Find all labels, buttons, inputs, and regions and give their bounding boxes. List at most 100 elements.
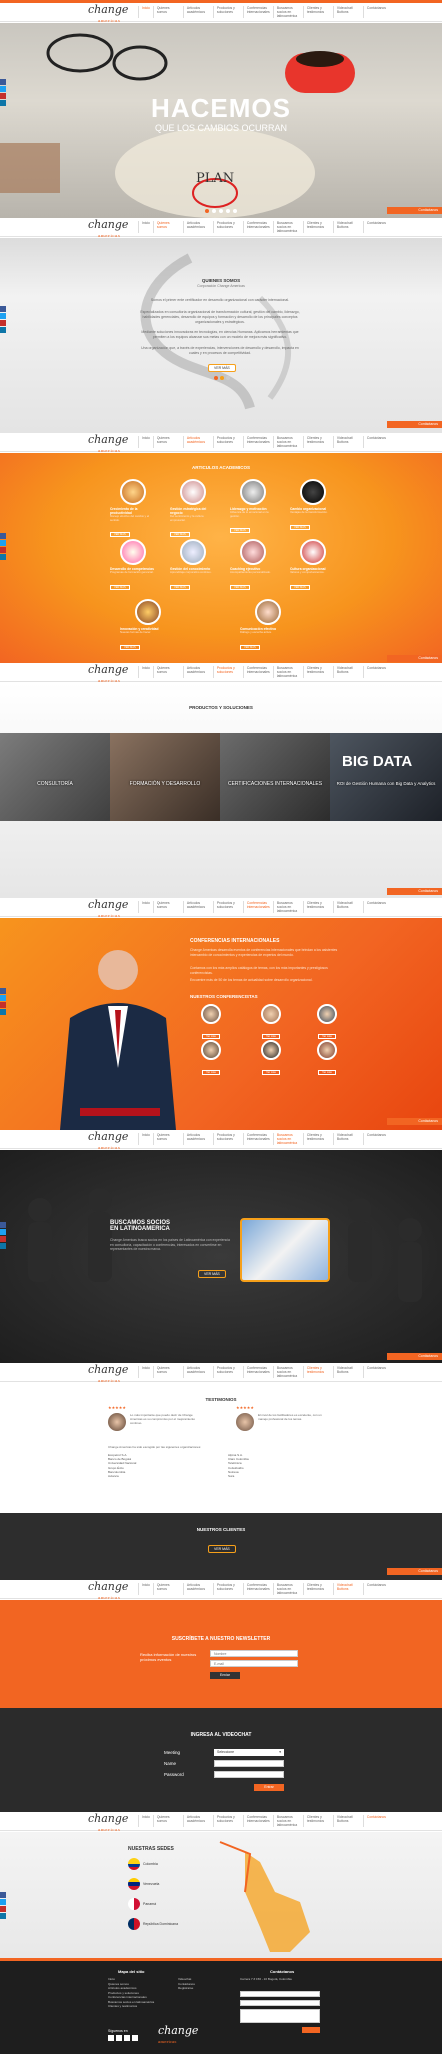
contact-submit-button[interactable] [302, 2027, 320, 2033]
nav-item-inicio[interactable]: Inicio [138, 1583, 153, 1595]
article-card[interactable]: Cultura organizacional Valores y comporta… [290, 539, 336, 593]
nav-item-quienes[interactable]: Quienes somos [152, 1583, 183, 1595]
nav-item-articulos[interactable]: Artículos académicos [182, 436, 213, 448]
chat-button[interactable]: Contáctanos [387, 888, 442, 895]
nav-item-productos[interactable]: Productos y soluciones [212, 1583, 243, 1595]
speaker-more-button[interactable]: Ver más [202, 1070, 220, 1075]
nav-item-conferencias[interactable]: Conferencias internacionales [242, 6, 273, 18]
nav-item-articulos[interactable]: Artículos académicos [182, 6, 213, 18]
article-more-button[interactable]: VER MÁS [290, 524, 310, 530]
article-card[interactable]: Gestión estratégica del negocio Del senti… [170, 479, 216, 540]
nav-item-quienes[interactable]: Quienes somos [152, 6, 183, 18]
facebook-icon[interactable] [0, 988, 6, 994]
nav-item-videochat[interactable]: Videochat/ Buttons [332, 1366, 363, 1378]
nav-item-videochat[interactable]: Videochat/ Buttons [332, 221, 363, 233]
linkedin-icon[interactable] [0, 327, 6, 333]
nav-item-quienes[interactable]: Quienes somos [152, 901, 183, 913]
nav-item-quienes[interactable]: Quienes somos [152, 221, 183, 233]
speaker-card[interactable]: Ver más [196, 1004, 226, 1042]
speaker-card[interactable]: Ver más [196, 1040, 226, 1078]
article-card[interactable]: Desarrollo de competencias Programas de f… [110, 539, 156, 593]
article-card[interactable]: Gestión del conocimiento Aprendizaje corp… [170, 539, 216, 593]
nav-item-clientes[interactable]: Clientes y testimonios [302, 1133, 333, 1145]
slider-dot[interactable] [233, 209, 237, 213]
newsletter-email-input[interactable] [210, 1660, 298, 1667]
nav-item-contacto[interactable]: Contáctanos [362, 1583, 389, 1595]
nav-item-videochat[interactable]: Videochat/ Buttons [332, 6, 363, 18]
nav-item-articulos[interactable]: Artículos académicos [182, 901, 213, 913]
youtube-icon[interactable] [0, 547, 6, 553]
slider-dot[interactable] [226, 209, 230, 213]
nav-item-inicio[interactable]: Inicio [138, 901, 153, 913]
chat-button[interactable]: Contáctanos [387, 1118, 442, 1125]
twitter-icon[interactable] [0, 995, 6, 1001]
nav-item-inicio[interactable]: Inicio [138, 1815, 153, 1827]
nav-item-clientes[interactable]: Clientes y testimonios [302, 1583, 333, 1595]
nav-item-productos[interactable]: Productos y soluciones [212, 436, 243, 448]
article-more-button[interactable]: VER MÁS [120, 644, 140, 650]
twitter-icon[interactable] [0, 1229, 6, 1235]
nav-item-contacto[interactable]: Contáctanos [362, 221, 389, 233]
nav-item-inicio[interactable]: Inicio [138, 1133, 153, 1145]
facebook-icon[interactable] [0, 1222, 6, 1228]
nav-item-quienes[interactable]: Quienes somos [152, 436, 183, 448]
product-card-certificaciones[interactable]: CERTIFICACIONES INTERNACIONALES [220, 733, 330, 821]
facebook-icon[interactable] [132, 2035, 138, 2041]
twitter-icon[interactable] [124, 2035, 130, 2041]
nav-item-clientes[interactable]: Clientes y testimonios [302, 1815, 333, 1827]
article-card[interactable]: Coaching ejecutivo Acompañamiento persona… [230, 539, 276, 593]
youtube-icon[interactable] [0, 1002, 6, 1008]
product-card-consultoria[interactable]: CONSULTORÍA [0, 733, 110, 821]
nav-item-videochat[interactable]: Videochat/ Buttons [332, 666, 363, 678]
linkedin-icon[interactable] [0, 1009, 6, 1015]
nav-item-inicio[interactable]: Inicio [138, 221, 153, 233]
nav-item-contacto[interactable]: Contáctanos [362, 6, 389, 18]
youtube-icon[interactable] [0, 93, 6, 99]
nav-item-videochat[interactable]: Videochat/ Buttons [332, 436, 363, 448]
speaker-more-button[interactable]: Ver más [202, 1034, 220, 1039]
nav-item-socios[interactable]: Buscamos socios en latinoamérica [272, 1815, 303, 1827]
nav-item-conferencias[interactable]: Conferencias internacionales [242, 1366, 273, 1378]
videochat-name-input[interactable] [214, 1760, 284, 1767]
nav-item-socios[interactable]: Buscamos socios en latinoamérica [272, 436, 303, 448]
nav-item-clientes[interactable]: Clientes y testimonios [302, 666, 333, 678]
youtube-icon[interactable] [0, 1236, 6, 1242]
nav-item-inicio[interactable]: Inicio [138, 1366, 153, 1378]
nav-item-socios[interactable]: Buscamos socios en latinoamérica [272, 6, 303, 18]
sitemap-link[interactable]: Clientes y testimonios [108, 2004, 154, 2009]
contact-message-input[interactable] [240, 2009, 320, 2023]
nav-item-inicio[interactable]: Inicio [138, 666, 153, 678]
nav-item-contacto[interactable]: Contáctanos [362, 666, 389, 678]
article-more-button[interactable]: VER MÁS [110, 532, 130, 537]
speaker-card[interactable]: Ver más [312, 1004, 342, 1042]
nav-item-clientes[interactable]: Clientes y testimonios [302, 901, 333, 913]
contact-email-input[interactable] [240, 2000, 320, 2006]
nav-item-quienes[interactable]: Quienes somos [152, 666, 183, 678]
nav-item-productos[interactable]: Productos y soluciones [212, 6, 243, 18]
newsletter-submit-button[interactable]: Enviar [210, 1672, 240, 1679]
speaker-more-button[interactable]: Ver más [318, 1070, 336, 1075]
chat-button[interactable]: Contáctanos [387, 207, 442, 214]
nav-item-articulos[interactable]: Artículos académicos [182, 1133, 213, 1145]
dot[interactable] [214, 376, 218, 380]
about-more-button[interactable]: VER MÁS [208, 364, 236, 372]
videochat-enter-button[interactable]: Entrar [254, 1784, 284, 1791]
nav-item-contacto[interactable]: Contáctanos [362, 1366, 389, 1378]
slider-dot[interactable] [205, 209, 209, 213]
slider-dot[interactable] [212, 209, 216, 213]
speaker-more-button[interactable]: Ver más [262, 1070, 280, 1075]
nav-item-productos[interactable]: Productos y soluciones [212, 901, 243, 913]
nav-item-conferencias[interactable]: Conferencias internacionales [242, 666, 273, 678]
nav-item-conferencias[interactable]: Conferencias internacionales [242, 221, 273, 233]
slider-dot[interactable] [219, 209, 223, 213]
dot[interactable] [220, 376, 224, 380]
nav-item-conferencias[interactable]: Conferencias internacionales [242, 901, 273, 913]
nav-item-productos[interactable]: Productos y soluciones [212, 1815, 243, 1827]
product-card-roi[interactable]: BIG DATA ROI de Gestión Humana con Big Da… [330, 733, 442, 821]
article-card[interactable]: Cambio organizacional Ventajas de la tran… [290, 479, 336, 533]
nav-item-clientes[interactable]: Clientes y testimonios [302, 436, 333, 448]
nav-item-contacto[interactable]: Contáctanos [362, 1815, 389, 1827]
nav-item-videochat[interactable]: Videochat/ Buttons [332, 1583, 363, 1595]
chat-button[interactable]: Contáctanos [387, 1568, 442, 1575]
nav-item-inicio[interactable]: Inicio [138, 436, 153, 448]
